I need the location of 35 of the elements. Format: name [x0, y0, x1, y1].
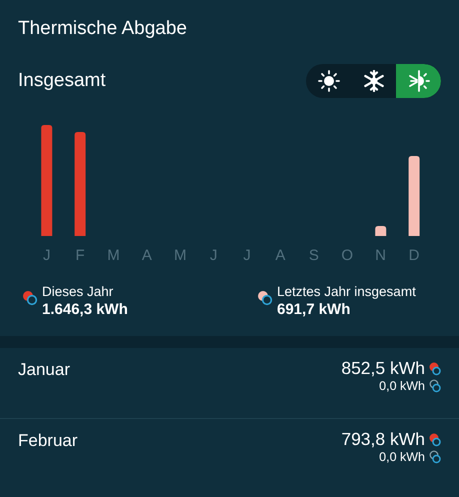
cool-icon [429, 450, 441, 464]
legend-label: Dieses Jahr [42, 284, 114, 299]
month-label: M [173, 247, 188, 264]
cool-value: 0,0 kWh [379, 450, 425, 464]
sun-snowflake-icon [408, 70, 430, 92]
heat-value: 793,8 kWh [341, 429, 425, 450]
month-label: A [140, 247, 153, 264]
mode-button[interactable] [396, 64, 441, 98]
heat-icon [429, 362, 441, 376]
month-label: J [42, 247, 52, 264]
month-label: N [374, 247, 388, 264]
month-name: Februar [18, 431, 78, 452]
month-label: O [340, 247, 354, 264]
month-label: J [208, 247, 218, 264]
month-label: M [106, 247, 121, 264]
section-title: Insgesamt [18, 70, 106, 92]
cool-value: 0,0 kWh [379, 379, 425, 393]
month-label: A [274, 247, 286, 264]
snowflake-icon [362, 70, 384, 92]
page-title: Thermische Abgabe [17, 17, 188, 40]
month-label: J [242, 247, 252, 264]
month-name: Januar [18, 360, 70, 381]
legend-icon [257, 290, 273, 306]
month-label: S [308, 247, 320, 264]
legend-label: Letztes Jahr insgesamt [277, 284, 416, 299]
legend-value: 1.646,3 kWh [42, 301, 128, 318]
sun-icon [318, 70, 340, 92]
month-label: D [408, 247, 420, 264]
legend-icon [22, 290, 38, 306]
legend-value: 691,7 kWh [277, 301, 352, 318]
bar [375, 226, 386, 236]
month-label: F [74, 247, 86, 264]
cool-icon [429, 379, 441, 393]
heat-icon [429, 432, 441, 446]
heat-value: 852,5 kWh [341, 358, 425, 379]
